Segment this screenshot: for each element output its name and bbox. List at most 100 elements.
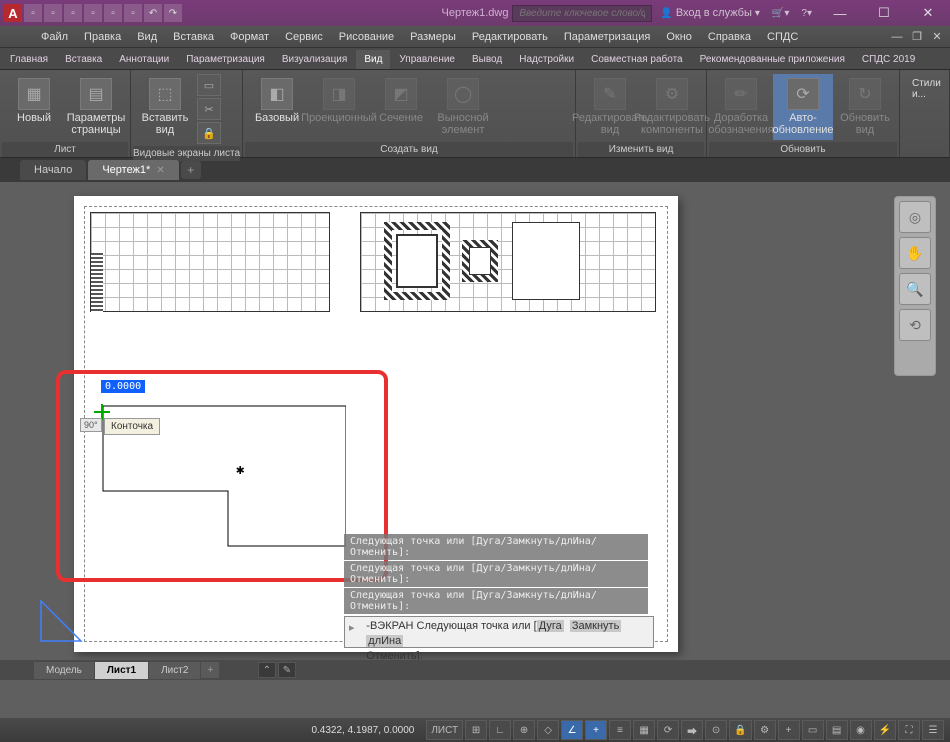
add-file-button[interactable]: + <box>181 161 201 179</box>
qat-redo-icon[interactable]: ↷ <box>164 4 182 22</box>
exchange-icon[interactable]: 🛒▾ <box>768 8 793 19</box>
lineweight-icon[interactable]: ≡ <box>609 720 631 740</box>
file-tab-start[interactable]: Начало <box>20 160 86 180</box>
quick-props-icon[interactable]: ▤ <box>826 720 848 740</box>
layout-tab-sheet1[interactable]: Лист1 <box>95 662 148 679</box>
canvas[interactable]: 0.0000 90° Конточка ✱ Следующая точка ил… <box>0 182 950 680</box>
doc-minimize-button[interactable]: — <box>888 29 906 45</box>
nav-orbit-icon[interactable]: ⟲ <box>899 309 931 341</box>
menu-file[interactable]: Файл <box>34 28 75 46</box>
insert-view-button[interactable]: ⬚Вставить вид <box>135 74 195 140</box>
qat-web-icon[interactable]: ▫ <box>104 4 122 22</box>
customize-status-icon[interactable]: ☰ <box>922 720 944 740</box>
vp-rect-icon[interactable]: ▭ <box>197 74 221 96</box>
close-button[interactable]: ✕ <box>908 1 948 25</box>
qat-save-icon[interactable]: ▫ <box>64 4 82 22</box>
vp-clip-icon[interactable]: ✂ <box>197 98 221 120</box>
tab-visualize[interactable]: Визуализация <box>274 50 355 69</box>
menu-service[interactable]: Сервис <box>278 28 330 46</box>
tab-addins[interactable]: Надстройки <box>511 50 582 69</box>
tab-spds[interactable]: СПДС 2019 <box>854 50 923 69</box>
doc-restore-button[interactable]: ❐ <box>908 29 926 45</box>
tab-parametric[interactable]: Параметризация <box>178 50 273 69</box>
otrack-icon[interactable]: ∠ <box>561 720 583 740</box>
tab-view[interactable]: Вид <box>356 50 390 69</box>
update-view-label: Обновить вид <box>840 112 890 136</box>
transparency-icon[interactable]: ▦ <box>633 720 655 740</box>
layout-tab-sheet2[interactable]: Лист2 <box>149 662 200 679</box>
qat-undo-icon[interactable]: ↶ <box>144 4 162 22</box>
help-icon[interactable]: ?▾ <box>797 8 816 19</box>
doc-close-button[interactable]: ✕ <box>928 29 946 45</box>
polar-icon[interactable]: ⊕ <box>513 720 535 740</box>
hardware-accel-icon[interactable]: ⚡ <box>874 720 896 740</box>
units-icon[interactable]: ▭ <box>802 720 824 740</box>
workspace-icon[interactable]: ⚙ <box>754 720 776 740</box>
dyn-input-icon[interactable]: + <box>585 720 607 740</box>
menu-help[interactable]: Справка <box>701 28 758 46</box>
menu-format[interactable]: Формат <box>223 28 276 46</box>
file-tab-drawing[interactable]: Чертеж1*✕ <box>88 160 178 180</box>
new-layout-button[interactable]: ▦Новый <box>4 74 64 128</box>
annotation-monitor-icon[interactable]: + <box>778 720 800 740</box>
menu-modify[interactable]: Редактировать <box>465 28 555 46</box>
base-view-button[interactable]: ◧ Базовый <box>247 74 307 128</box>
tab-featured[interactable]: Рекомендованные приложения <box>692 50 853 69</box>
menu-parametric[interactable]: Параметризация <box>557 28 657 46</box>
cmd-collapse-icon[interactable]: ⌃ <box>258 662 276 678</box>
ucs-icon[interactable] <box>36 596 86 646</box>
space-toggle-button[interactable]: ЛИСТ <box>426 720 463 740</box>
close-icon[interactable]: ✕ <box>156 165 164 176</box>
nav-pan-icon[interactable]: ✋ <box>899 237 931 269</box>
nav-wheel-icon[interactable]: ◎ <box>899 201 931 233</box>
styles-label[interactable]: Стили и... <box>904 74 949 104</box>
menu-view[interactable]: Вид <box>130 28 164 46</box>
projected-view-button: ◨Проекционный <box>309 74 369 128</box>
qat-print-icon[interactable]: ▫ <box>124 4 142 22</box>
clean-screen-icon[interactable]: ⛶ <box>898 720 920 740</box>
menu-dimensions[interactable]: Размеры <box>403 28 463 46</box>
menu-edit[interactable]: Правка <box>77 28 128 46</box>
tab-collab[interactable]: Совместная работа <box>583 50 691 69</box>
new-layout-label: Новый <box>17 112 51 124</box>
tab-annotate[interactable]: Аннотации <box>111 50 177 69</box>
scale-button[interactable]: 🔒 <box>729 720 751 740</box>
tab-manage[interactable]: Управление <box>391 50 463 69</box>
ortho-icon[interactable]: ∟ <box>489 720 511 740</box>
osnap-icon[interactable]: ◇ <box>537 720 559 740</box>
nav-zoom-icon[interactable]: 🔍 <box>899 273 931 305</box>
base-view-icon: ◧ <box>261 78 293 110</box>
command-input[interactable]: ▸ -ВЭКРАН Следующая точка или [Дуга Замк… <box>344 616 654 648</box>
tab-home[interactable]: Главная <box>2 50 56 69</box>
qat-new-icon[interactable]: ▫ <box>24 4 42 22</box>
cmd-customize-icon[interactable]: ✎ <box>278 662 296 678</box>
grid-snap-icon[interactable]: ⊞ <box>465 720 487 740</box>
base-view-label: Базовый <box>255 112 299 124</box>
menu-window[interactable]: Окно <box>659 28 699 46</box>
annoscale-icon[interactable]: ⮕ <box>681 720 703 740</box>
qat-open-icon[interactable]: ▫ <box>44 4 62 22</box>
page-setup-button[interactable]: ▤Параметры страницы <box>66 74 126 140</box>
layout-tab-model[interactable]: Модель <box>34 662 94 679</box>
search-input[interactable] <box>512 5 652 22</box>
menu-spds[interactable]: СПДС <box>760 28 805 46</box>
panel-create-view: ◧Базовый ◨Проекционный ◩Сечение ◯Выносно… <box>243 70 576 157</box>
vp-lock-icon[interactable]: 🔒 <box>197 122 221 144</box>
add-layout-button[interactable]: + <box>201 662 219 678</box>
isolate-icon[interactable]: ◉ <box>850 720 872 740</box>
tab-insert[interactable]: Вставка <box>57 50 110 69</box>
app-logo[interactable]: A <box>4 4 22 22</box>
qat-saveas-icon[interactable]: ▫ <box>84 4 102 22</box>
maximize-button[interactable]: ☐ <box>864 1 904 25</box>
auto-update-button[interactable]: ⟳Авто- обновление <box>773 74 833 140</box>
dynamic-input[interactable]: 0.0000 <box>101 380 145 393</box>
panel-update: ✏Доработка обозначения ⟳Авто- обновление… <box>707 70 900 157</box>
menu-insert[interactable]: Вставка <box>166 28 221 46</box>
annovisibility-icon[interactable]: ⊙ <box>705 720 727 740</box>
viewport-1[interactable] <box>90 212 330 312</box>
minimize-button[interactable]: — <box>820 1 860 25</box>
tab-output[interactable]: Вывод <box>464 50 510 69</box>
menu-draw[interactable]: Рисование <box>332 28 401 46</box>
cycling-icon[interactable]: ⟳ <box>657 720 679 740</box>
signin-link[interactable]: 👤 Вход в службы ▾ <box>656 7 764 19</box>
